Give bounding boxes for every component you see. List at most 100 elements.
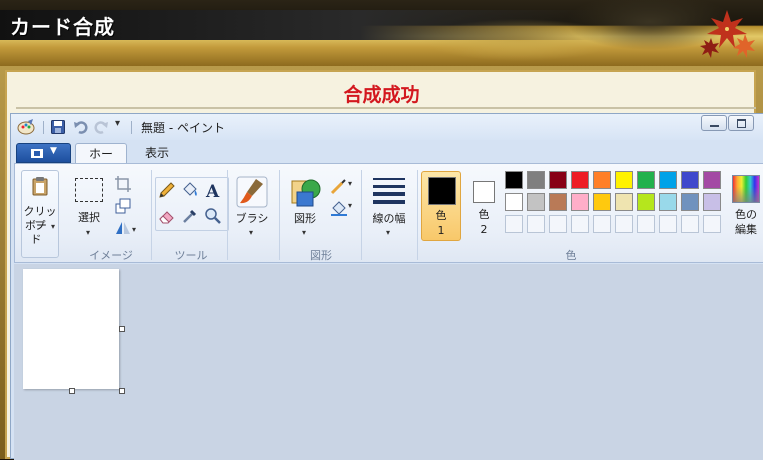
palette-swatch-empty[interactable] bbox=[681, 215, 699, 233]
line-width-icon bbox=[373, 178, 405, 204]
color-2-number: 2 bbox=[480, 223, 488, 236]
customize-quick-access-icon[interactable]: ▾ bbox=[115, 118, 120, 129]
palette-swatch[interactable] bbox=[659, 193, 677, 211]
palette-swatch[interactable] bbox=[637, 193, 655, 211]
tab-home[interactable]: ホーム bbox=[75, 143, 127, 181]
palette-swatch-empty[interactable] bbox=[615, 215, 633, 233]
palette-swatch[interactable] bbox=[593, 171, 611, 189]
group-separator bbox=[279, 170, 280, 260]
rotate-icon[interactable] bbox=[113, 218, 133, 238]
palette-swatch-empty[interactable] bbox=[637, 215, 655, 233]
palette-swatch-empty[interactable] bbox=[593, 215, 611, 233]
chevron-down-icon: ▾ bbox=[249, 228, 254, 237]
canvas-area[interactable] bbox=[14, 264, 763, 460]
palette-swatch-empty[interactable] bbox=[505, 215, 523, 233]
palette-swatch[interactable] bbox=[571, 171, 589, 189]
palette-swatch-empty[interactable] bbox=[571, 215, 589, 233]
clipboard-button[interactable]: クリップ ボード ▾ bbox=[21, 170, 59, 258]
group-label-image: イメージ bbox=[89, 249, 133, 262]
palette-swatch[interactable] bbox=[505, 171, 523, 189]
game-header: カード合成 bbox=[0, 0, 763, 66]
drawing-canvas[interactable] bbox=[23, 269, 119, 389]
magnifier-icon[interactable] bbox=[203, 206, 223, 226]
maximize-button[interactable] bbox=[728, 115, 754, 131]
clipboard-icon bbox=[32, 177, 48, 196]
result-title: 合成成功 bbox=[343, 84, 420, 106]
ribbon-tabs: ▼ ホーム 表示 bbox=[11, 140, 763, 181]
palette-swatch[interactable] bbox=[681, 171, 699, 189]
fill-bucket-icon[interactable] bbox=[180, 180, 200, 200]
palette-swatch-empty[interactable] bbox=[703, 215, 721, 233]
palette-swatch[interactable] bbox=[527, 193, 545, 211]
window-title: 無題 - ペイント bbox=[141, 121, 225, 135]
color-1-number: 1 bbox=[437, 224, 445, 237]
color-2-swatch bbox=[473, 181, 495, 203]
minimize-button[interactable] bbox=[701, 115, 727, 131]
shapes-icon bbox=[291, 179, 321, 207]
brush-button[interactable]: ブラシ ▾ bbox=[231, 172, 273, 242]
redo-icon[interactable] bbox=[93, 119, 109, 135]
color-palette bbox=[505, 171, 727, 239]
palette-swatch[interactable] bbox=[703, 193, 721, 211]
text-icon[interactable]: A bbox=[203, 180, 223, 200]
chevron-down-icon: ▼ bbox=[50, 146, 57, 156]
palette-swatch[interactable] bbox=[659, 171, 677, 189]
palette-swatch[interactable] bbox=[527, 171, 545, 189]
edit-colors-label-2: 編集 bbox=[735, 223, 757, 236]
select-label: 選択 bbox=[78, 211, 100, 224]
color-picker-icon[interactable] bbox=[180, 206, 200, 226]
resize-icon[interactable] bbox=[113, 196, 133, 216]
menu-icon bbox=[31, 149, 43, 158]
palette-swatch-empty[interactable] bbox=[527, 215, 545, 233]
select-button[interactable]: 選択 ▾ bbox=[71, 174, 107, 238]
brush-icon bbox=[236, 176, 268, 208]
palette-swatch-empty[interactable] bbox=[659, 215, 677, 233]
color-1-button[interactable]: 色 1 bbox=[421, 171, 461, 241]
color-1-swatch bbox=[428, 177, 456, 205]
brush-label: ブラシ bbox=[235, 212, 269, 225]
palette-swatch[interactable] bbox=[703, 171, 721, 189]
palette-swatch[interactable] bbox=[615, 193, 633, 211]
palette-swatch[interactable] bbox=[615, 171, 633, 189]
eraser-icon[interactable] bbox=[157, 206, 177, 226]
crop-icon[interactable] bbox=[113, 174, 133, 194]
group-separator bbox=[361, 170, 362, 260]
paint-app-icon[interactable] bbox=[17, 119, 35, 135]
palette-swatch[interactable] bbox=[681, 193, 699, 211]
maple-leaves-decoration bbox=[697, 4, 757, 60]
chevron-down-icon: ▾ bbox=[302, 228, 307, 237]
color-2-button[interactable]: 色 2 bbox=[467, 171, 501, 241]
chevron-down-icon: ▾ bbox=[386, 228, 391, 237]
resize-handle-corner[interactable] bbox=[119, 388, 125, 394]
line-width-button[interactable]: 線の幅 ▾ bbox=[365, 172, 413, 242]
resize-handle-right[interactable] bbox=[119, 326, 125, 332]
quick-access-separator bbox=[43, 121, 44, 134]
shapes-button[interactable]: 図形 ▾ bbox=[285, 172, 325, 242]
edit-colors-label-1: 色の bbox=[735, 208, 757, 221]
pencil-icon[interactable] bbox=[157, 180, 177, 200]
palette-swatch[interactable] bbox=[505, 193, 523, 211]
palette-swatch[interactable] bbox=[549, 171, 567, 189]
chevron-down-icon: ▾ bbox=[348, 201, 353, 210]
shapes-label: 図形 bbox=[294, 212, 316, 225]
line-width-label: 線の幅 bbox=[372, 212, 406, 225]
palette-swatch[interactable] bbox=[549, 193, 567, 211]
resize-handle-bottom[interactable] bbox=[69, 388, 75, 394]
ribbon: クリップ ボード ▾ 選択 ▾ ▾ イメージ A ツール ブラシ ▾ 図形 ▾ … bbox=[14, 163, 763, 263]
palette-swatch-empty[interactable] bbox=[549, 215, 567, 233]
selection-icon bbox=[75, 178, 103, 202]
rainbow-icon-shade bbox=[733, 176, 759, 202]
palette-swatch[interactable] bbox=[593, 193, 611, 211]
palette-swatch[interactable] bbox=[637, 171, 655, 189]
tab-view[interactable]: 表示 bbox=[135, 143, 179, 164]
undo-icon[interactable] bbox=[73, 119, 89, 135]
chevron-down-icon: ▾ bbox=[51, 222, 56, 231]
save-icon[interactable] bbox=[51, 120, 65, 134]
paint-menu-button[interactable]: ▼ bbox=[16, 143, 71, 163]
palette-swatch[interactable] bbox=[571, 193, 589, 211]
clipboard-label-2: ボード bbox=[25, 219, 47, 246]
fill-icon[interactable] bbox=[329, 198, 349, 218]
edit-colors-button[interactable]: 色の 編集 bbox=[729, 171, 763, 241]
group-label-shapes: 図形 bbox=[310, 249, 332, 262]
outline-icon[interactable] bbox=[329, 176, 349, 196]
